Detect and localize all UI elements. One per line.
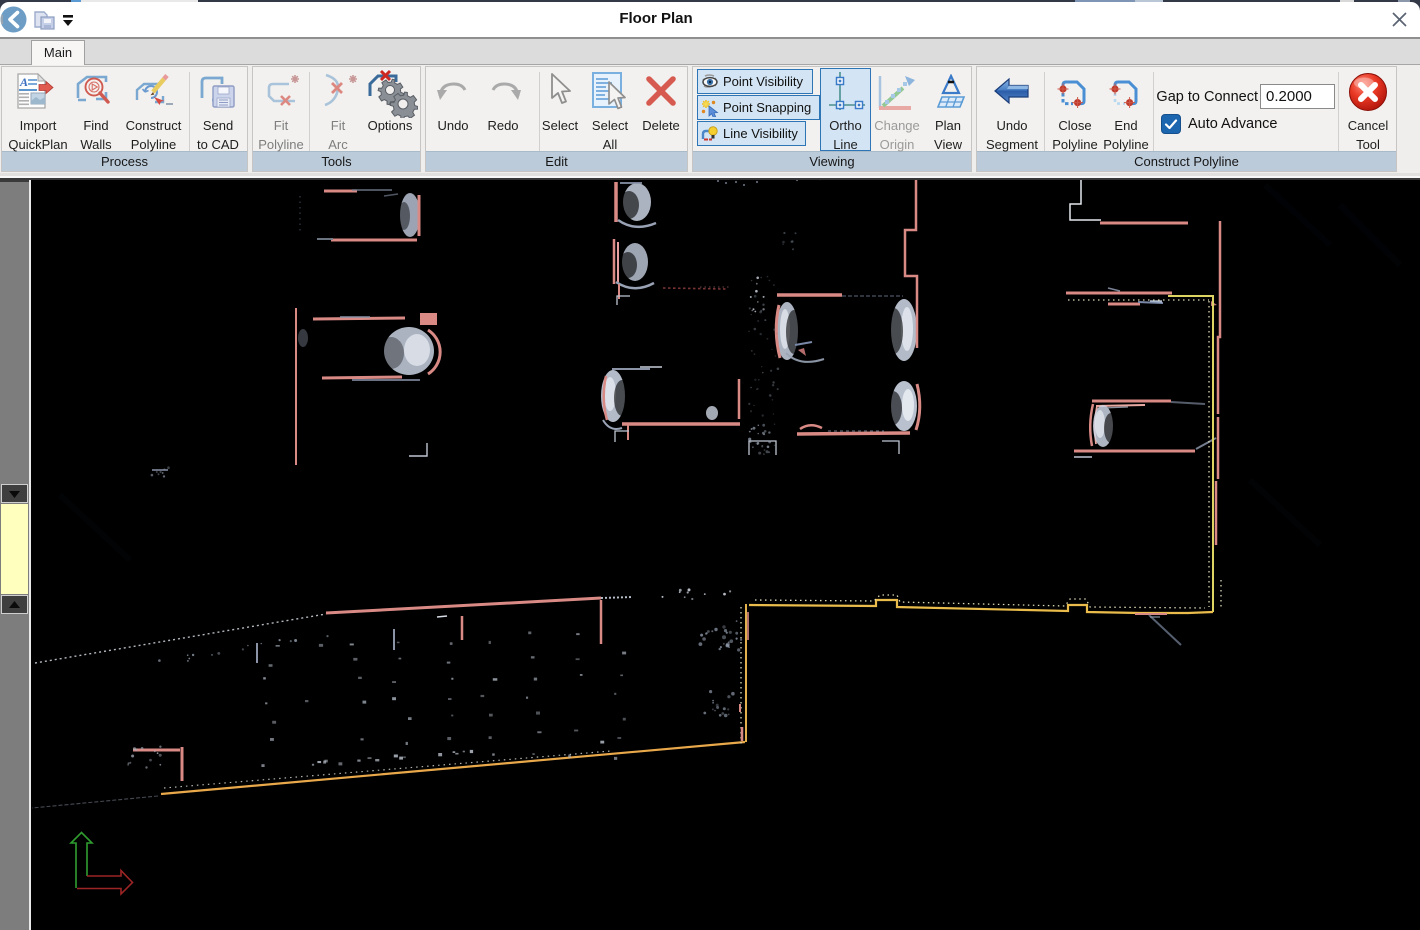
svg-text:A: A (19, 75, 28, 89)
